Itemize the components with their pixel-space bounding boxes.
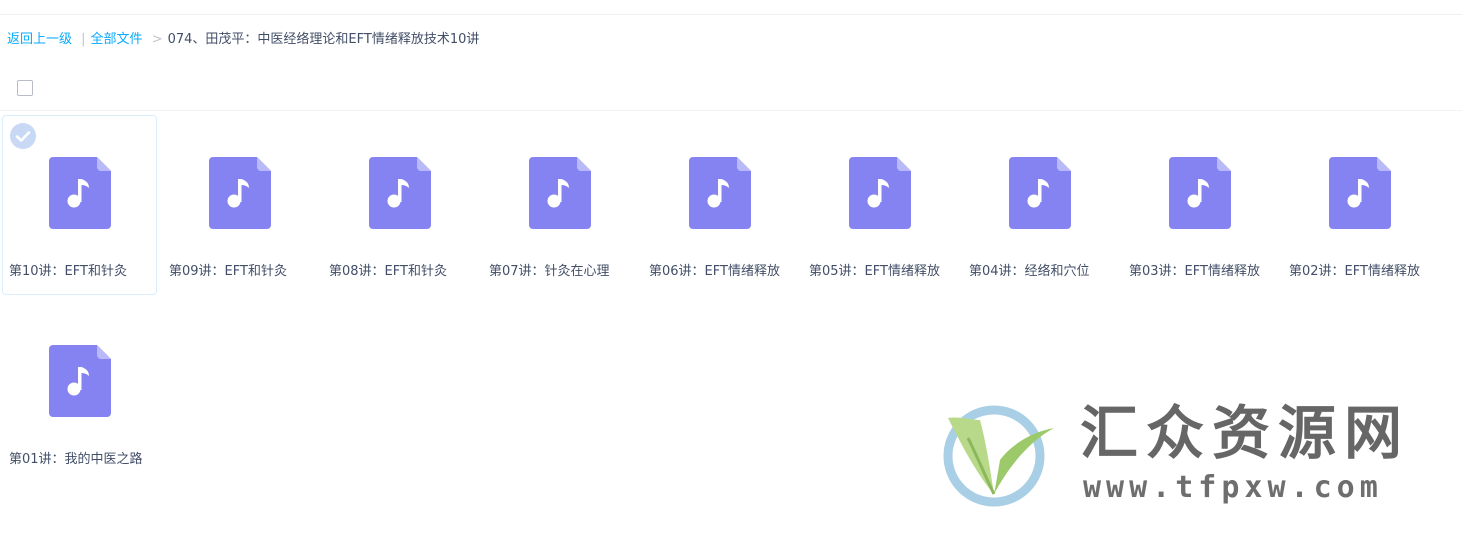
music-file-icon bbox=[1329, 157, 1391, 229]
breadcrumb: 返回上一级 | 全部文件 >074、田茂平：中医经络理论和EFT情绪释放技术10讲 bbox=[7, 31, 479, 49]
music-file-icon bbox=[209, 157, 271, 229]
file-item[interactable]: 第10讲：EFT和针灸 bbox=[2, 115, 157, 295]
music-file-icon bbox=[1169, 157, 1231, 229]
music-file-icon bbox=[369, 157, 431, 229]
top-divider bbox=[0, 14, 1462, 15]
file-name: 第02讲：EFT情绪释放 bbox=[1289, 264, 1420, 279]
back-link[interactable]: 返回上一级 bbox=[7, 32, 72, 47]
file-name: 第01讲：我的中医之路 bbox=[9, 452, 143, 467]
file-item[interactable]: 第02讲：EFT情绪释放 bbox=[1282, 115, 1437, 295]
list-divider bbox=[0, 110, 1462, 111]
music-file-icon bbox=[529, 157, 591, 229]
music-file-icon bbox=[689, 157, 751, 229]
file-item[interactable]: 第04讲：经络和穴位 bbox=[962, 115, 1117, 295]
file-item[interactable]: 第09讲：EFT和针灸 bbox=[162, 115, 317, 295]
breadcrumb-arrow: > bbox=[151, 32, 163, 47]
file-item[interactable]: 第08讲：EFT和针灸 bbox=[322, 115, 477, 295]
file-item[interactable]: 第05讲：EFT情绪释放 bbox=[802, 115, 957, 295]
watermark-title: 汇众资源网 bbox=[1080, 399, 1411, 467]
watermark: 汇众资源网 www.tfpxw.com bbox=[928, 398, 1428, 518]
file-item[interactable]: 第07讲：针灸在心理 bbox=[482, 115, 637, 295]
file-name: 第09讲：EFT和针灸 bbox=[169, 264, 287, 279]
music-file-icon bbox=[1009, 157, 1071, 229]
file-item[interactable]: 第03讲：EFT情绪释放 bbox=[1122, 115, 1277, 295]
watermark-logo-icon bbox=[943, 405, 1054, 507]
all-files-link[interactable]: 全部文件 bbox=[91, 32, 143, 47]
file-name: 第03讲：EFT情绪释放 bbox=[1129, 264, 1260, 279]
file-name: 第07讲：针灸在心理 bbox=[489, 264, 610, 279]
file-name: 第05讲：EFT情绪释放 bbox=[809, 264, 940, 279]
music-file-icon bbox=[49, 345, 111, 417]
select-all-checkbox[interactable] bbox=[17, 80, 33, 96]
breadcrumb-divider: | bbox=[81, 32, 86, 47]
file-name: 第04讲：经络和穴位 bbox=[969, 264, 1090, 279]
check-circle-icon[interactable] bbox=[10, 123, 36, 149]
music-file-icon bbox=[849, 157, 911, 229]
file-item[interactable]: 第06讲：EFT情绪释放 bbox=[642, 115, 797, 295]
file-name: 第08讲：EFT和针灸 bbox=[329, 264, 447, 279]
watermark-url: www.tfpxw.com bbox=[1083, 470, 1383, 505]
file-item[interactable]: 第01讲：我的中医之路 bbox=[2, 303, 157, 483]
file-name: 第10讲：EFT和针灸 bbox=[9, 264, 127, 279]
music-file-icon bbox=[49, 157, 111, 229]
current-folder: 074、田茂平：中医经络理论和EFT情绪释放技术10讲 bbox=[167, 32, 480, 47]
file-name: 第06讲：EFT情绪释放 bbox=[649, 264, 780, 279]
